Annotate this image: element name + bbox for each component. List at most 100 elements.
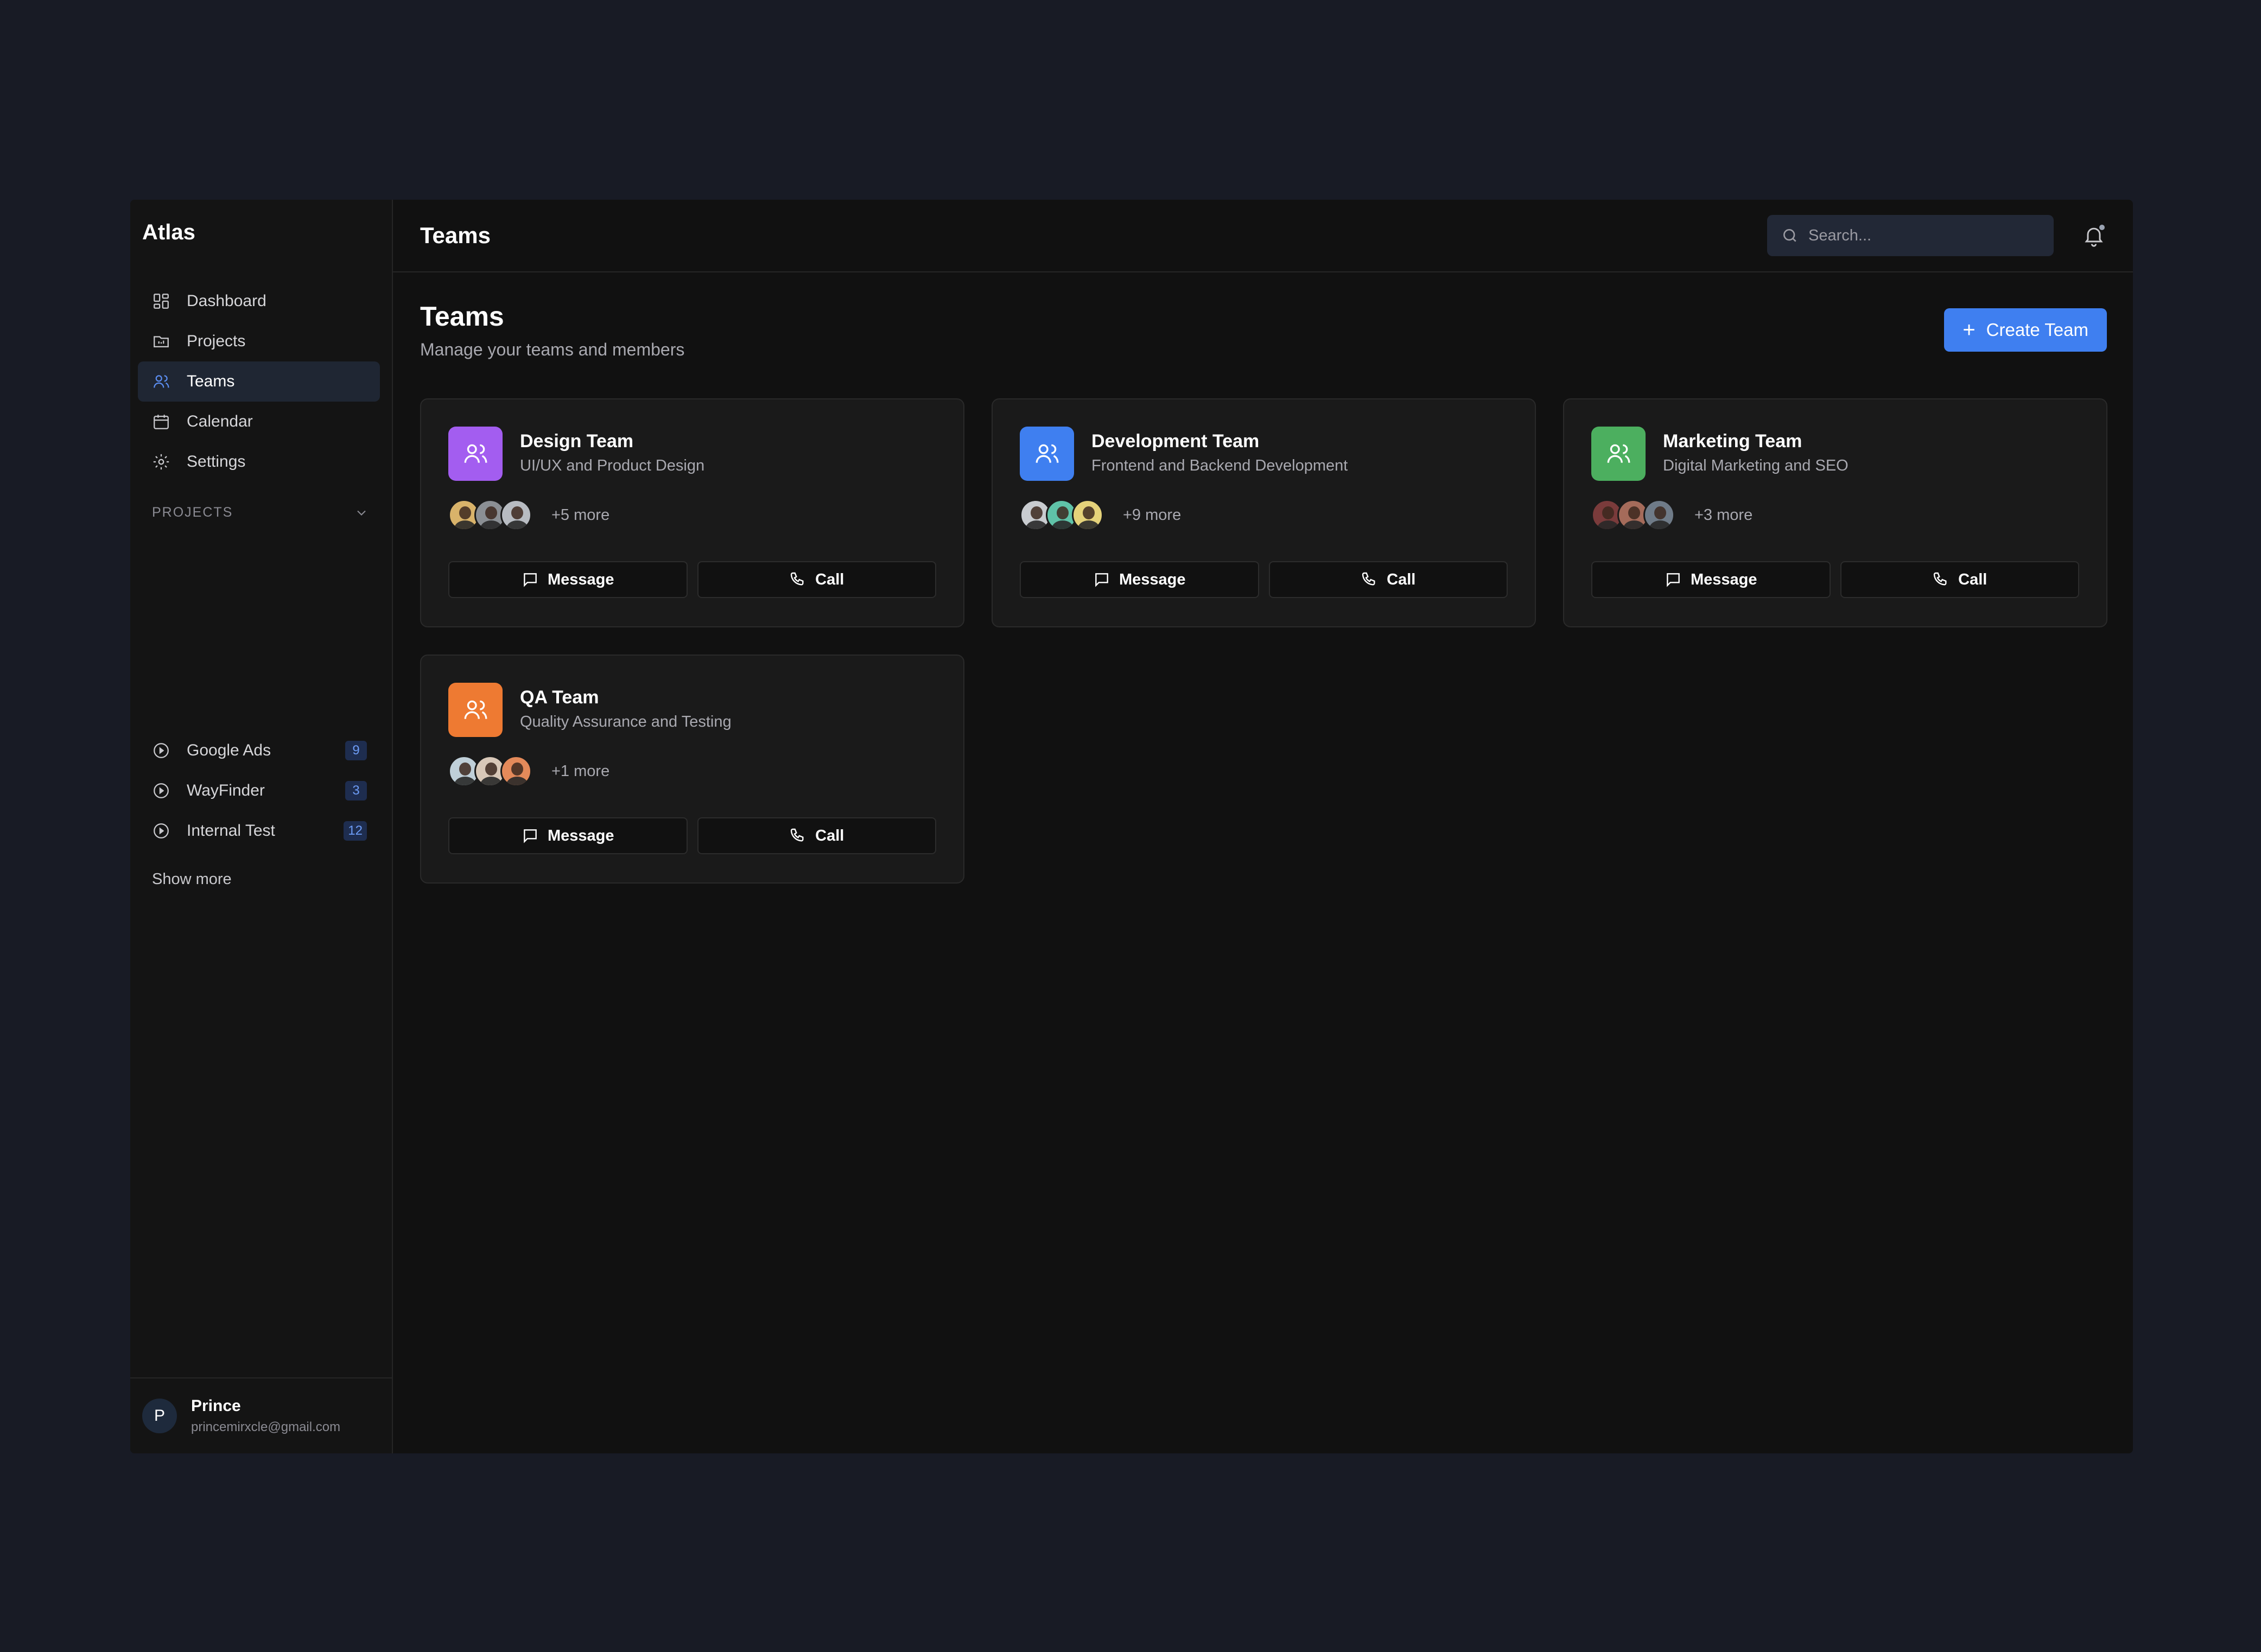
message-label: Message [1119, 570, 1186, 588]
brand-logo: Atlas [142, 220, 195, 244]
app-window: Atlas Dashboard Projects Teams Calendar … [130, 200, 2133, 1453]
user-name: Prince [191, 1397, 241, 1415]
phone-icon [1932, 571, 1958, 588]
message-button[interactable]: Message [1020, 561, 1259, 598]
call-label: Call [815, 570, 844, 588]
phone-icon [1361, 571, 1387, 588]
call-button[interactable]: Call [697, 817, 936, 854]
call-button[interactable]: Call [1840, 561, 2079, 598]
card-actions: Message Call [1591, 561, 2079, 598]
search-icon [1783, 229, 1796, 242]
gear-icon [152, 453, 170, 471]
sidebar-item-label: Calendar [187, 412, 253, 430]
notifications-button[interactable] [2082, 224, 2106, 247]
more-members-count: +1 more [551, 762, 610, 780]
projects-section-header[interactable]: PROJECTS [152, 505, 369, 520]
team-name: Development Team [1091, 431, 1260, 452]
message-label: Message [547, 570, 614, 588]
member-avatars[interactable]: +3 more [1591, 499, 1752, 531]
message-icon [1665, 571, 1691, 588]
team-name: Design Team [520, 431, 634, 452]
team-description: UI/UX and Product Design [520, 457, 705, 474]
team-icon [448, 683, 503, 737]
sidebar-item-settings[interactable]: Settings [138, 442, 380, 482]
search-input[interactable] [1808, 226, 2036, 245]
avatar: P [142, 1399, 177, 1433]
users-icon [1033, 440, 1060, 467]
page-header: Teams Manage your teams and members + Cr… [420, 301, 2107, 360]
call-label: Call [1958, 570, 1987, 588]
member-avatars[interactable]: +1 more [448, 755, 609, 787]
message-icon [522, 827, 548, 844]
message-button[interactable]: Message [1591, 561, 1831, 598]
team-description: Quality Assurance and Testing [520, 713, 732, 730]
user-profile[interactable]: P Prince princemirxcle@gmail.com [130, 1377, 392, 1453]
phone-icon [789, 827, 815, 844]
team-description: Frontend and Backend Development [1091, 457, 1348, 474]
search-box[interactable] [1767, 215, 2054, 256]
page-title: Teams [420, 301, 504, 332]
more-members-count: +3 more [1694, 506, 1753, 524]
call-button[interactable]: Call [697, 561, 936, 598]
circle-play-icon [152, 822, 170, 840]
team-icon [448, 427, 503, 481]
member-avatar [1643, 499, 1675, 531]
user-email: princemirxcle@gmail.com [191, 1420, 341, 1434]
phone-icon [789, 571, 815, 588]
project-item-google-ads[interactable]: Google Ads 9 [138, 730, 380, 771]
users-icon [1605, 440, 1632, 467]
chevron-down-icon[interactable] [354, 505, 369, 520]
team-icon [1591, 427, 1646, 481]
show-more-link[interactable]: Show more [152, 871, 232, 888]
team-card[interactable]: Design Team UI/UX and Product Design +5 … [420, 398, 964, 627]
message-icon [522, 571, 548, 588]
sidebar-item-label: Settings [187, 453, 246, 471]
sidebar-item-calendar[interactable]: Calendar [138, 402, 380, 442]
page-subtitle: Manage your teams and members [420, 340, 685, 359]
team-card[interactable]: QA Team Quality Assurance and Testing +1… [420, 655, 964, 884]
project-item-internal-test[interactable]: Internal Test 12 [138, 811, 380, 851]
more-members-count: +9 more [1123, 506, 1182, 524]
card-actions: Message Call [448, 561, 936, 598]
team-card[interactable]: Marketing Team Digital Marketing and SEO… [1563, 398, 2107, 627]
project-label: WayFinder [187, 781, 265, 799]
call-label: Call [815, 827, 844, 844]
topbar-title: Teams [420, 223, 491, 248]
project-count-badge: 12 [344, 821, 367, 841]
main-nav: Dashboard Projects Teams Calendar Settin… [138, 281, 380, 482]
message-label: Message [1690, 570, 1757, 588]
sidebar-item-teams[interactable]: Teams [138, 361, 380, 402]
team-grid: Design Team UI/UX and Product Design +5 … [420, 398, 2107, 884]
member-avatars[interactable]: +5 more [448, 499, 609, 531]
message-icon [1093, 571, 1119, 588]
circle-play-icon [152, 741, 170, 760]
call-button[interactable]: Call [1268, 561, 1508, 598]
team-name: Marketing Team [1663, 431, 1802, 452]
project-item-wayfinder[interactable]: WayFinder 3 [138, 771, 380, 811]
sidebar-item-label: Dashboard [187, 292, 266, 310]
member-avatar [500, 499, 532, 531]
users-icon [462, 440, 489, 467]
folder-icon [152, 332, 170, 351]
circle-play-icon [152, 781, 170, 800]
team-description: Digital Marketing and SEO [1663, 457, 1849, 474]
plus-icon: + [1963, 318, 1976, 342]
team-icon [1020, 427, 1074, 481]
member-avatar [1072, 499, 1103, 531]
create-team-button[interactable]: + Create Team [1944, 308, 2107, 352]
card-actions: Message Call [448, 817, 936, 854]
project-label: Internal Test [187, 822, 275, 840]
project-count-badge: 3 [345, 781, 367, 800]
card-actions: Message Call [1020, 561, 1508, 598]
sidebar-item-label: Teams [187, 372, 235, 390]
users-icon [462, 696, 489, 723]
project-count-badge: 9 [345, 741, 367, 760]
member-avatars[interactable]: +9 more [1020, 499, 1181, 531]
message-button[interactable]: Message [448, 561, 688, 598]
sidebar-item-dashboard[interactable]: Dashboard [138, 281, 380, 321]
team-card[interactable]: Development Team Frontend and Backend De… [992, 398, 1536, 627]
more-members-count: +5 more [551, 506, 610, 524]
message-button[interactable]: Message [448, 817, 688, 854]
calendar-icon [152, 412, 170, 431]
sidebar-item-projects[interactable]: Projects [138, 321, 380, 361]
